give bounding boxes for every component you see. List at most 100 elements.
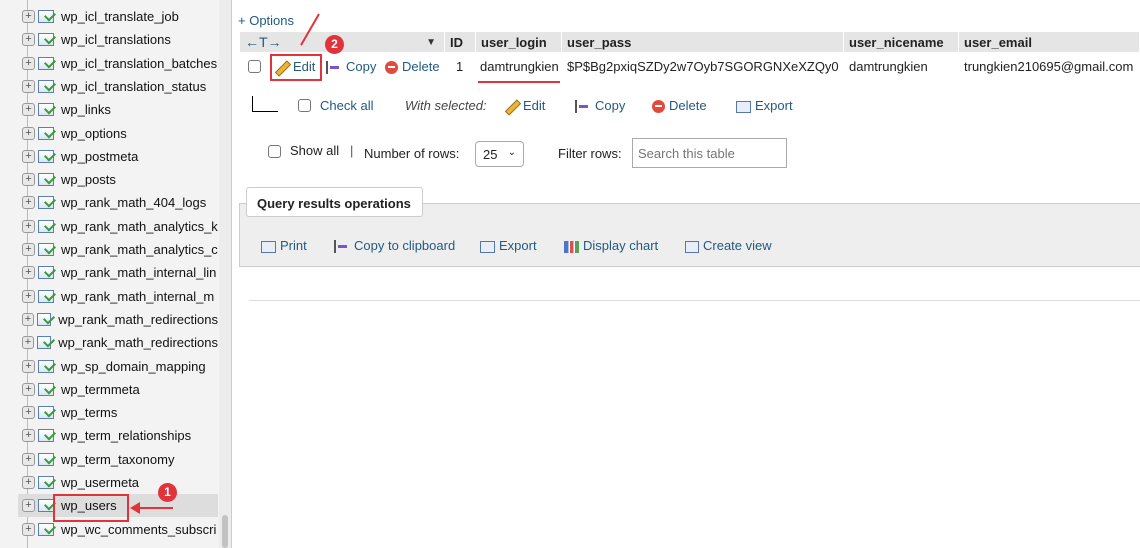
expand-icon[interactable]: + — [22, 289, 35, 303]
expand-icon[interactable]: + — [22, 10, 35, 23]
options-link[interactable]: + Options — [238, 13, 294, 28]
copy-to-clipboard-link[interactable]: Copy to clipboard — [334, 238, 455, 254]
expand-icon[interactable]: + — [22, 499, 35, 513]
sidebar-item-label[interactable]: wp_icl_translations — [61, 32, 171, 47]
sidebar-item-wp-terms[interactable]: + wp_terms — [18, 401, 218, 424]
sidebar-item-wp-options[interactable]: + wp_options — [18, 122, 218, 145]
expand-icon[interactable]: + — [22, 476, 35, 489]
expand-icon[interactable]: + — [22, 243, 35, 256]
sort-dropdown-icon[interactable]: ▼ — [426, 37, 436, 48]
row-delete-link[interactable]: Delete — [385, 59, 440, 75]
sidebar-item-label[interactable]: wp_postmeta — [61, 149, 138, 164]
expand-icon[interactable]: + — [22, 219, 35, 233]
sidebar-item-label[interactable]: wp_rank_math_redirections — [58, 312, 218, 327]
expand-icon[interactable]: + — [22, 312, 34, 326]
sidebar-item-wp-postmeta[interactable]: + wp_postmeta — [18, 145, 218, 168]
expand-icon[interactable]: + — [22, 359, 35, 373]
sidebar-item-wp-rank-math-analytics-c[interactable]: + wp_rank_math_analytics_c — [18, 238, 218, 261]
sidebar-item-wp-sp-domain-mapping[interactable]: + wp_sp_domain_mapping — [18, 355, 218, 378]
print-link[interactable]: Print — [261, 238, 307, 253]
sidebar-item-label[interactable]: wp_terms — [61, 405, 117, 420]
display-chart-link[interactable]: Display chart — [564, 238, 658, 253]
sidebar-item-wp-icl-translation-status[interactable]: + wp_icl_translation_status — [18, 75, 218, 98]
sidebar-item-wp-usermeta[interactable]: + wp_usermeta — [18, 471, 218, 494]
sidebar-item-label[interactable]: wp_usermeta — [61, 475, 139, 490]
sidebar-item-label[interactable]: wp_term_taxonomy — [61, 452, 174, 467]
sidebar-item-label[interactable]: wp_termmeta — [61, 382, 140, 397]
sidebar-item-wp-posts[interactable]: + wp_posts — [18, 168, 218, 191]
expand-icon[interactable]: + — [22, 522, 35, 536]
sidebar-item-label[interactable]: wp_options — [61, 126, 127, 141]
sidebar-item-label[interactable]: wp_posts — [61, 172, 116, 187]
sidebar-item-label[interactable]: wp_rank_math_redirections — [58, 335, 218, 350]
column-header-user-email[interactable]: user_email — [959, 32, 1140, 52]
bulk-copy-button[interactable]: Copy — [575, 98, 625, 114]
create-view-link[interactable]: Create view — [685, 238, 772, 253]
show-all-checkbox[interactable] — [268, 145, 281, 158]
bulk-edit-button[interactable]: Edit — [505, 98, 545, 114]
sidebar-item-label[interactable]: wp_rank_math_404_logs — [61, 195, 206, 210]
sidebar-item-wp-rank-math-internal-lin[interactable]: + wp_rank_math_internal_lin — [18, 261, 218, 284]
sidebar-item-wp-icl-translations[interactable]: + wp_icl_translations — [18, 28, 218, 51]
cell-user-pass[interactable]: $P$Bg2pxiqSZDy2w7Oyb7SGORGNXeXZQy0 — [567, 59, 839, 74]
filter-rows-input[interactable] — [632, 138, 787, 168]
expand-icon[interactable]: + — [22, 382, 35, 396]
sidebar-item-label[interactable]: wp_wc_comments_subscri — [61, 522, 216, 537]
query-ops-title: Query results operations — [246, 187, 423, 217]
sidebar-item-wp-term-relationships[interactable]: + wp_term_relationships — [18, 424, 218, 447]
sidebar-item-label[interactable]: wp_rank_math_internal_m — [61, 289, 214, 304]
expand-icon[interactable]: + — [22, 126, 35, 140]
column-header-id[interactable]: ID — [445, 32, 476, 52]
check-all-link[interactable]: Check all — [320, 98, 373, 113]
expand-icon[interactable]: + — [22, 429, 35, 443]
sidebar-item-wp-termmeta[interactable]: + wp_termmeta — [18, 378, 218, 401]
expand-icon[interactable]: + — [22, 196, 35, 210]
sidebar-item-label[interactable]: wp_icl_translation_batches — [61, 56, 217, 71]
check-all-checkbox[interactable] — [298, 99, 311, 112]
column-header-user-pass[interactable]: user_pass — [562, 32, 844, 52]
export-link[interactable]: Export — [480, 238, 537, 253]
column-header-user-login[interactable]: user_login — [476, 32, 562, 52]
expand-icon[interactable]: + — [22, 149, 35, 163]
column-resize-icon[interactable]: ←T→ — [245, 34, 282, 50]
sidebar-item-wp-rank-math-internal-m[interactable]: + wp_rank_math_internal_m — [18, 285, 218, 308]
cell-user-email[interactable]: trungkien210695@gmail.com — [964, 59, 1133, 74]
column-header-user-nicename[interactable]: user_nicename — [844, 32, 959, 52]
expand-icon[interactable]: + — [22, 406, 35, 420]
sidebar-item-label[interactable]: wp_rank_math_analytics_c — [61, 242, 218, 257]
sidebar-item-wp-rank-math-analytics-k[interactable]: + wp_rank_math_analytics_k — [18, 215, 218, 238]
sidebar-item-wp-rank-math-redirections[interactable]: + wp_rank_math_redirections — [18, 331, 218, 354]
expand-icon[interactable]: + — [22, 452, 35, 466]
sidebar-item-wp-icl-translate-job[interactable]: + wp_icl_translate_job — [18, 5, 218, 28]
sidebar-item-label[interactable]: wp_icl_translate_job — [61, 9, 179, 24]
sidebar-item-wp-links[interactable]: + wp_links — [18, 98, 218, 121]
sidebar-item-label[interactable]: wp_rank_math_analytics_k — [61, 219, 218, 234]
sidebar-item-label[interactable]: wp_links — [61, 102, 111, 117]
expand-icon[interactable]: + — [22, 33, 35, 47]
cell-user-nicename[interactable]: damtrungkien — [849, 59, 928, 74]
sidebar-item-label[interactable]: wp_sp_domain_mapping — [61, 359, 206, 374]
sidebar-item-wp-icl-translation-batches[interactable]: + wp_icl_translation_batches — [18, 52, 218, 75]
row-copy-link[interactable]: Copy — [326, 59, 376, 75]
rows-per-page-select[interactable]: 25 ⌄ — [475, 141, 524, 167]
sidebar-item-label[interactable]: wp_rank_math_internal_lin — [61, 265, 216, 280]
sidebar-scrollbar[interactable] — [219, 0, 231, 548]
expand-icon[interactable]: + — [22, 173, 35, 187]
cell-user-login[interactable]: damtrungkien — [480, 59, 559, 74]
expand-icon[interactable]: + — [22, 336, 34, 350]
expand-icon[interactable]: + — [22, 103, 35, 117]
sidebar-item-wp-rank-math-404-logs[interactable]: + wp_rank_math_404_logs — [18, 191, 218, 214]
select-arrow-icon — [252, 96, 278, 112]
expand-icon[interactable]: + — [22, 79, 35, 93]
row-checkbox[interactable] — [248, 60, 261, 73]
sidebar-item-wp-rank-math-redirections[interactable]: + wp_rank_math_redirections — [18, 308, 218, 331]
bulk-export-button[interactable]: Export — [736, 98, 793, 113]
number-of-rows-label: Number of rows: — [364, 146, 460, 161]
sidebar-item-wp-term-taxonomy[interactable]: + wp_term_taxonomy — [18, 448, 218, 471]
bulk-delete-button[interactable]: Delete — [652, 98, 707, 114]
sidebar-item-label[interactable]: wp_term_relationships — [61, 428, 191, 443]
expand-icon[interactable]: + — [22, 56, 35, 70]
sidebar-scrollbar-thumb[interactable] — [222, 515, 228, 548]
expand-icon[interactable]: + — [22, 266, 35, 280]
sidebar-item-label[interactable]: wp_icl_translation_status — [61, 79, 206, 94]
